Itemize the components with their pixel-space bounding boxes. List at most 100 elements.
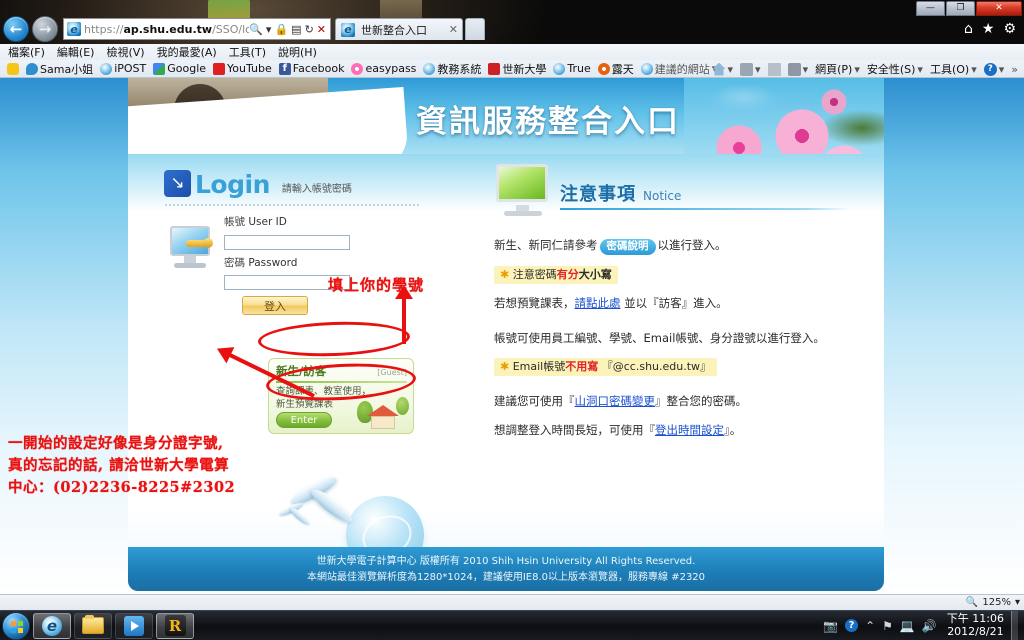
chevron-down-icon[interactable]: ▾ bbox=[803, 63, 809, 76]
refresh-icon[interactable]: ↻ bbox=[305, 23, 314, 36]
chevron-down-icon[interactable]: ▾ bbox=[971, 63, 977, 76]
notice-line-2: 若想預覽課表，請點此處 並以『訪客』進入。 bbox=[494, 296, 728, 311]
chevron-down-icon[interactable]: ▾ bbox=[854, 63, 860, 76]
gear-icon[interactable]: ⚙ bbox=[1003, 21, 1016, 37]
home-icon bbox=[712, 62, 726, 76]
taskbar-item-internet-explorer[interactable]: e bbox=[33, 612, 71, 639]
bookmark-label: True bbox=[567, 62, 591, 75]
bookmark-shu[interactable]: 世新大學 bbox=[486, 61, 548, 77]
forward-button[interactable]: → bbox=[32, 16, 58, 42]
lock-icon: 🔒 bbox=[274, 22, 289, 36]
command-feeds[interactable]: ▾ bbox=[740, 62, 761, 76]
bookmark-label: Sama小姐 bbox=[40, 62, 94, 76]
bookmark-youtube[interactable]: YouTube bbox=[211, 62, 274, 75]
command-safety[interactable]: 安全性(S) ▾ bbox=[867, 61, 923, 77]
bookmark-google[interactable]: Google bbox=[151, 62, 208, 75]
login-heading: Login bbox=[195, 170, 270, 200]
command-print[interactable]: ▾ bbox=[787, 62, 809, 76]
clock[interactable]: 下午 11:06 2012/8/21 bbox=[944, 612, 1004, 638]
user-id-input[interactable] bbox=[224, 234, 350, 250]
command-overflow[interactable]: » bbox=[1011, 63, 1018, 76]
taskbar-item-file-explorer[interactable] bbox=[74, 612, 112, 639]
start-button[interactable] bbox=[2, 611, 30, 640]
command-label: 工具(O) bbox=[929, 63, 970, 76]
bookmark-label: 建議的網站 bbox=[654, 62, 710, 76]
command-page[interactable]: 網頁(P) ▾ bbox=[815, 61, 860, 77]
bookmark-true[interactable]: True bbox=[551, 62, 592, 75]
bookmark-sama[interactable]: Sama小姐 bbox=[24, 61, 95, 77]
favorites-icon[interactable]: ★ bbox=[982, 21, 995, 37]
footer-copyright: 世新大學電子計算中心 版權所有 2010 Shih Hsin Universit… bbox=[316, 556, 696, 567]
taskbar-item-r-app[interactable]: R bbox=[156, 612, 194, 639]
status-bar: 🔍 125% ▾ bbox=[0, 594, 1024, 610]
notice-highlight-1: ✱ 注意密碼有分大小寫 bbox=[488, 265, 858, 285]
menu-item-edit[interactable]: 編輯(E) bbox=[57, 44, 95, 60]
favorites-star[interactable] bbox=[5, 62, 21, 75]
menu-item-favorites[interactable]: 我的最愛(A) bbox=[157, 44, 217, 60]
browser-tab[interactable]: 世新整合入口 ✕ bbox=[335, 18, 463, 40]
shu-icon bbox=[488, 62, 501, 75]
address-url: https://ap.shu.edu.tw/SSO/login.aspx? bbox=[84, 23, 249, 36]
chevron-down-icon[interactable]: ▾ bbox=[999, 63, 1005, 76]
help-icon[interactable]: ? bbox=[845, 619, 859, 632]
chevron-down-icon[interactable]: ▾ bbox=[728, 63, 734, 76]
camera-icon[interactable]: 📷 bbox=[823, 619, 838, 633]
volume-icon[interactable]: 🔊 bbox=[922, 619, 937, 633]
search-icon[interactable]: 🔍 bbox=[249, 23, 263, 36]
folder-icon bbox=[82, 615, 104, 634]
url-path: /SSO/login.aspx? bbox=[212, 22, 250, 36]
command-tools[interactable]: 工具(O) ▾ bbox=[930, 61, 977, 77]
menu-item-tools[interactable]: 工具(T) bbox=[229, 44, 266, 60]
home-icon[interactable]: ⌂ bbox=[964, 21, 973, 37]
command-mail[interactable] bbox=[767, 62, 781, 76]
password-change-link[interactable]: 山洞口密碼變更 bbox=[575, 394, 656, 408]
network-icon[interactable]: 💻 bbox=[900, 619, 915, 633]
guest-enter-button[interactable]: Enter bbox=[276, 412, 332, 428]
chevron-down-icon[interactable]: ▾ bbox=[266, 23, 272, 36]
chevron-down-icon[interactable]: ▾ bbox=[1015, 597, 1020, 608]
bookmark-label: 教務系統 bbox=[437, 62, 482, 76]
tab-close-icon[interactable]: ✕ bbox=[449, 23, 458, 36]
tab-favicon-icon bbox=[341, 22, 355, 37]
clock-date: 2012/8/21 bbox=[947, 624, 1004, 638]
bookmark-easypass[interactable]: easypass bbox=[349, 62, 418, 75]
show-desktop-button[interactable] bbox=[1011, 610, 1018, 640]
preview-schedule-link[interactable]: 請點此處 bbox=[575, 296, 621, 310]
command-home[interactable]: ▾ bbox=[712, 62, 734, 76]
compatibility-view-icon[interactable]: ▤ bbox=[291, 23, 301, 36]
password-help-pill[interactable]: 密碼說明 bbox=[599, 239, 656, 255]
back-button[interactable]: ← bbox=[3, 16, 29, 42]
computer-key-icon bbox=[164, 224, 218, 272]
chevron-down-icon[interactable]: ▾ bbox=[917, 63, 923, 76]
notice-header: 注意事項 Notice bbox=[488, 164, 858, 226]
bookmark-ipost[interactable]: iPOST bbox=[98, 62, 148, 75]
bookmark-ruten[interactable]: 露天 bbox=[596, 61, 636, 77]
bookmark-suggested-sites[interactable]: 建議的網站▾ bbox=[639, 61, 720, 77]
command-help[interactable]: ? ▾ bbox=[983, 62, 1005, 76]
notice-line-4: 建議您可使用『山洞口密碼變更』整合您的密碼。 bbox=[494, 394, 747, 409]
zoom-icon[interactable]: 🔍 bbox=[966, 597, 978, 608]
zoom-level[interactable]: 125% bbox=[982, 597, 1011, 608]
logout-time-link[interactable]: 登出時間設定 bbox=[655, 423, 724, 437]
chevron-down-icon[interactable]: ▾ bbox=[755, 63, 761, 76]
taskbar-item-media-player[interactable] bbox=[115, 612, 153, 639]
print-icon bbox=[787, 62, 801, 76]
new-tab-button[interactable] bbox=[465, 18, 485, 40]
menu-item-file[interactable]: 檔案(F) bbox=[8, 44, 45, 60]
login-panel: Login 請輸入帳號密碼 帳號 User ID bbox=[164, 170, 464, 315]
star-icon bbox=[7, 62, 19, 75]
flag-icon[interactable]: ⚑ bbox=[882, 619, 893, 633]
password-input[interactable] bbox=[224, 275, 350, 290]
stop-icon[interactable]: ✕ bbox=[317, 23, 326, 36]
bookmark-label: 露天 bbox=[611, 62, 634, 76]
menu-item-view[interactable]: 檢視(V) bbox=[106, 44, 144, 60]
address-bar[interactable]: https://ap.shu.edu.tw/SSO/login.aspx? 🔍 … bbox=[63, 18, 331, 40]
bookmark-facebook[interactable]: f Facebook bbox=[277, 62, 347, 75]
bookmark-academic-system[interactable]: 教務系統 bbox=[421, 61, 483, 77]
menu-item-help[interactable]: 說明(H) bbox=[278, 44, 317, 60]
url-host: ap.shu.edu.tw bbox=[123, 22, 213, 36]
title-bar[interactable]: — ❐ ✕ bbox=[0, 0, 1024, 16]
login-submit-button[interactable]: 登入 bbox=[242, 296, 308, 315]
chevron-up-icon[interactable]: ⌃ bbox=[865, 619, 875, 633]
notice-line-1: 新生、新同仁請參考 密碼說明 以進行登入。 bbox=[488, 237, 858, 255]
